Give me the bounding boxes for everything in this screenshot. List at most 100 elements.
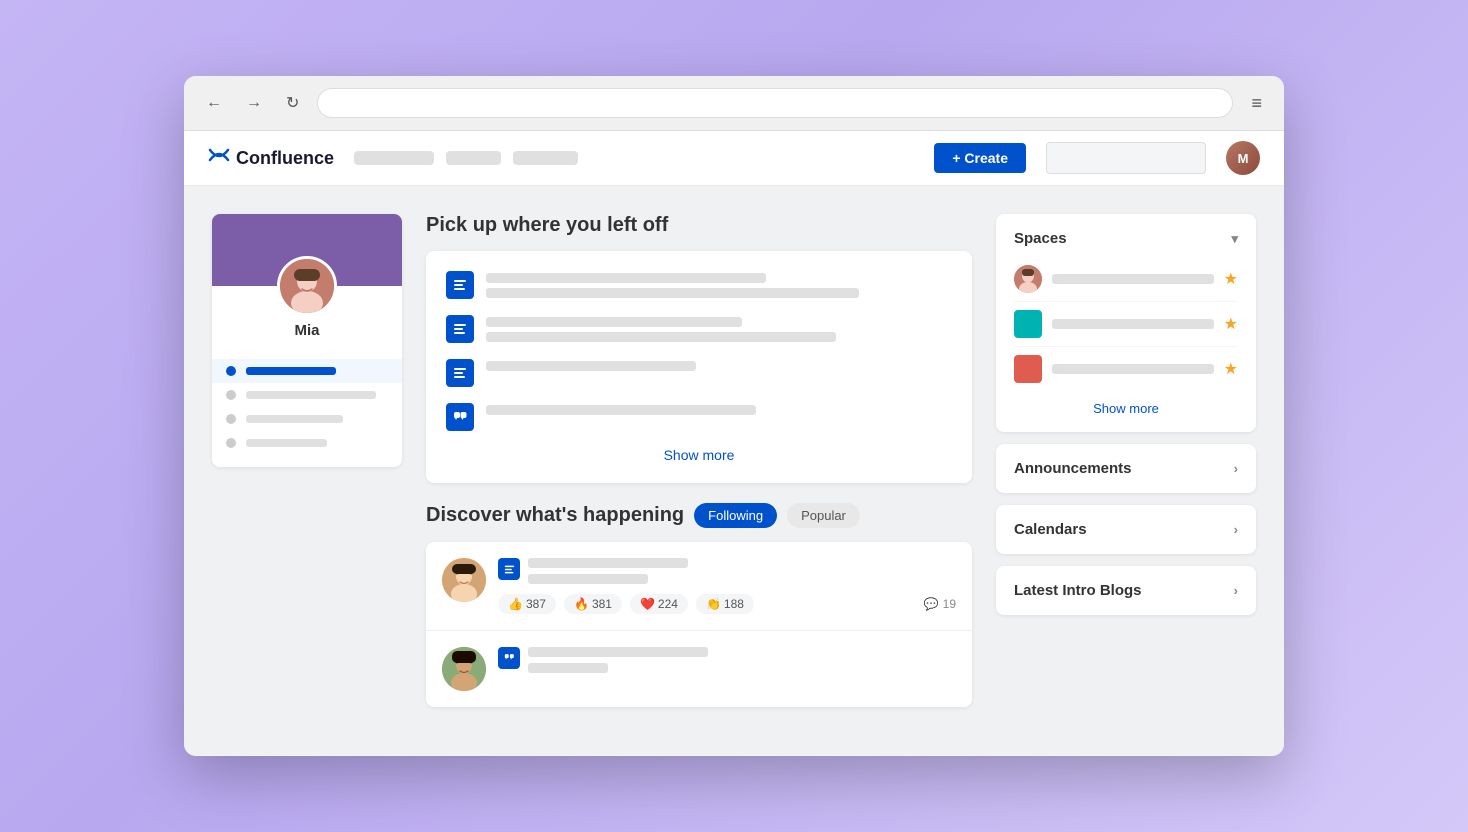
latest-intro-blogs-chevron-icon: › xyxy=(1234,583,1238,598)
feed-avatar-1[interactable] xyxy=(442,558,486,602)
profile-nav-item-1[interactable] xyxy=(212,383,402,407)
feed-avatar-2[interactable] xyxy=(442,647,486,691)
show-more-recent[interactable]: Show more xyxy=(446,447,952,463)
confluence-logo[interactable]: Confluence xyxy=(208,144,334,172)
calendars-header[interactable]: Calendars › xyxy=(1014,521,1238,538)
nav-bar-3 xyxy=(246,439,327,447)
nav-item-1[interactable] xyxy=(354,151,434,165)
nav-item-3[interactable] xyxy=(513,151,578,165)
recent-item-1[interactable] xyxy=(446,271,952,299)
line-2b xyxy=(486,332,836,342)
calendars-title: Calendars xyxy=(1014,521,1087,538)
recent-item-3[interactable] xyxy=(446,359,952,387)
spaces-title: Spaces xyxy=(1014,230,1067,247)
address-bar[interactable] xyxy=(317,88,1233,118)
reaction-thumbs-up[interactable]: 👍 387 xyxy=(498,594,556,614)
dot-3 xyxy=(226,438,236,448)
calendars-chevron-icon: › xyxy=(1234,522,1238,537)
profile-nav xyxy=(212,351,402,467)
confluence-logo-text: Confluence xyxy=(236,148,334,169)
comment-icon: 💬 xyxy=(924,597,939,611)
recent-item-4[interactable] xyxy=(446,403,952,431)
nav-items xyxy=(354,151,578,165)
space-name-bar-2 xyxy=(1052,319,1214,329)
space-star-2[interactable]: ★ xyxy=(1224,314,1238,334)
discover-title: Discover what's happening xyxy=(426,504,684,527)
spaces-card-header[interactable]: Spaces ▾ xyxy=(1014,230,1238,247)
latest-intro-blogs-title: Latest Intro Blogs xyxy=(1014,582,1142,599)
profile-nav-item-2[interactable] xyxy=(212,407,402,431)
feed-icon-wrap-2 xyxy=(498,647,956,673)
avatar-face-svg xyxy=(280,259,334,313)
profile-name: Mia xyxy=(212,316,402,351)
feed-lines-1 xyxy=(528,558,688,584)
feed-content-2 xyxy=(498,647,956,673)
announcements-card: Announcements › xyxy=(996,444,1256,493)
create-button[interactable]: + Create xyxy=(934,143,1026,173)
feed-item-2 xyxy=(426,631,972,707)
fire-count: 381 xyxy=(592,597,612,611)
dot-2 xyxy=(226,414,236,424)
latest-intro-blogs-header[interactable]: Latest Intro Blogs › xyxy=(1014,582,1238,599)
nav-bar-2 xyxy=(246,415,343,423)
item-icon-1 xyxy=(446,271,474,299)
feed-lines-2 xyxy=(528,647,708,673)
line-3a xyxy=(486,361,696,371)
announcements-header[interactable]: Announcements › xyxy=(1014,460,1238,477)
profile-nav-item-3[interactable] xyxy=(212,431,402,455)
calendars-card: Calendars › xyxy=(996,505,1256,554)
item-lines-4 xyxy=(486,403,952,415)
confluence-logo-icon xyxy=(208,144,230,172)
spaces-card: Spaces ▾ xyxy=(996,214,1256,432)
comment-count-1: 💬 19 xyxy=(924,597,956,611)
reaction-heart[interactable]: ❤️ 224 xyxy=(630,594,688,614)
following-tab[interactable]: Following xyxy=(694,503,777,528)
announcements-chevron-icon: › xyxy=(1234,461,1238,476)
recent-card: Show more xyxy=(426,251,972,483)
thumbs-up-count: 387 xyxy=(526,597,546,611)
browser-menu-button[interactable]: ≡ xyxy=(1245,91,1268,116)
item-lines-1 xyxy=(486,271,952,298)
profile-nav-item-active[interactable] xyxy=(212,359,402,383)
space-star-1[interactable]: ★ xyxy=(1224,269,1238,289)
refresh-button[interactable]: ↻ xyxy=(280,91,305,115)
profile-avatar[interactable] xyxy=(277,256,337,316)
space-item-3[interactable]: ★ xyxy=(1014,347,1238,391)
line-1a xyxy=(486,273,766,283)
space-avatar-3 xyxy=(1014,355,1042,383)
app-bar: Confluence + Create 🔍 M xyxy=(184,131,1284,186)
right-sidebar: Spaces ▾ xyxy=(996,214,1256,727)
feed-face-2 xyxy=(442,647,486,691)
space-item-2[interactable]: ★ xyxy=(1014,302,1238,347)
reaction-fire[interactable]: 🔥 381 xyxy=(564,594,622,614)
nav-bar-active xyxy=(246,367,336,375)
spaces-show-more[interactable]: Show more xyxy=(1014,401,1238,416)
space-avatar-1 xyxy=(1014,265,1042,293)
browser-chrome: ← → ↻ ≡ xyxy=(184,76,1284,131)
forward-button[interactable]: → xyxy=(240,92,268,114)
feed-item-1: 👍 387 🔥 381 ❤️ 224 xyxy=(426,542,972,631)
space-avatar-2 xyxy=(1014,310,1042,338)
space-name-bar-1 xyxy=(1052,274,1214,284)
feed-face-1 xyxy=(442,558,486,602)
line-2a xyxy=(486,317,742,327)
search-input[interactable] xyxy=(1046,142,1206,174)
popular-tab[interactable]: Popular xyxy=(787,503,860,528)
fire-emoji: 🔥 xyxy=(574,597,589,611)
recent-item-2[interactable] xyxy=(446,315,952,343)
user-avatar[interactable]: M xyxy=(1226,141,1260,175)
back-button[interactable]: ← xyxy=(200,92,228,114)
space-item-1[interactable]: ★ xyxy=(1014,257,1238,302)
heart-emoji: ❤️ xyxy=(640,597,655,611)
browser-window: ← → ↻ ≡ Confluence + Create 🔍 xyxy=(184,76,1284,756)
recent-section-title: Pick up where you left off xyxy=(426,214,972,237)
feed-content-1: 👍 387 🔥 381 ❤️ 224 xyxy=(498,558,956,614)
reaction-clap[interactable]: 👏 188 xyxy=(696,594,754,614)
feed-line-1a xyxy=(528,558,688,568)
dot-1 xyxy=(226,390,236,400)
nav-item-2[interactable] xyxy=(446,151,501,165)
active-dot xyxy=(226,366,236,376)
feed-line-2b xyxy=(528,663,608,673)
space-star-3[interactable]: ★ xyxy=(1224,359,1238,379)
feed-reactions-1: 👍 387 🔥 381 ❤️ 224 xyxy=(498,594,956,614)
